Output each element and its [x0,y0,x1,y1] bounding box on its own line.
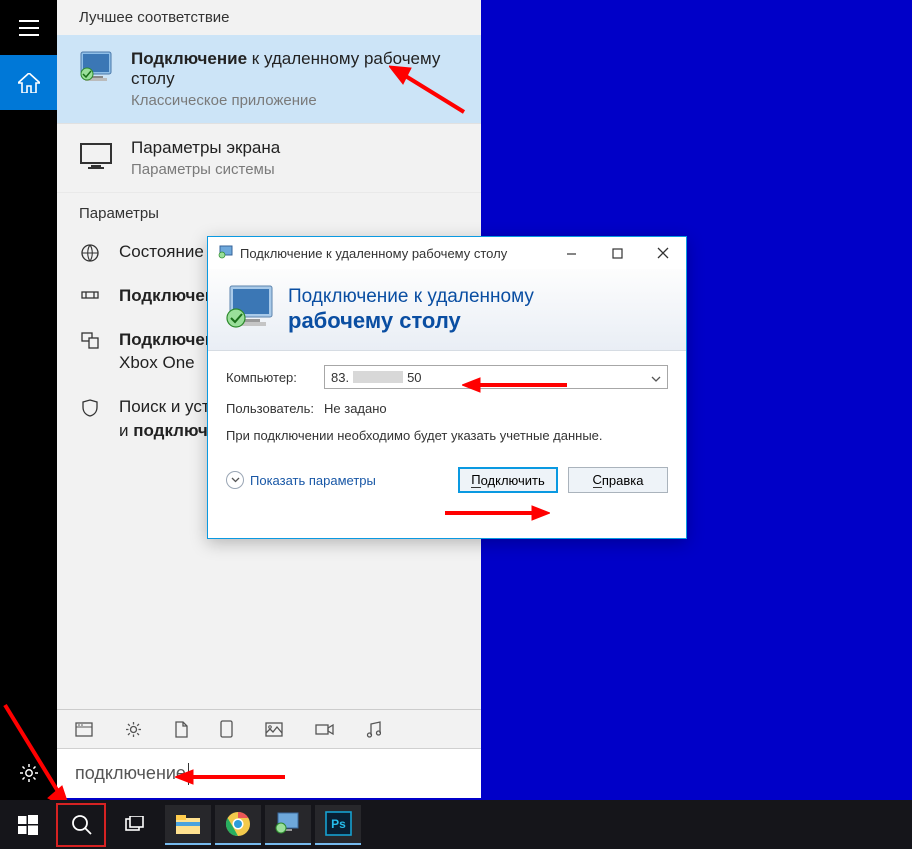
start-button[interactable] [0,800,55,849]
filter-bar [57,709,481,748]
chevron-down-icon [651,370,661,385]
taskbar: Ps [0,800,912,849]
start-rail [0,0,57,800]
monitor-icon [77,138,115,173]
filter-apps-icon[interactable] [75,720,93,738]
user-value: Не задано [324,401,387,416]
svg-text:Ps: Ps [331,817,346,831]
taskbar-app-chrome[interactable] [215,805,261,845]
maximize-button[interactable] [594,237,640,269]
search-input[interactable]: подключение [57,748,481,798]
credentials-hint: При подключении необходимо будет указать… [226,428,606,443]
computer-combobox[interactable]: 83. 50 [324,365,668,389]
connect-button[interactable]: Подключить [458,467,558,493]
vpn-icon [79,284,101,302]
search-button[interactable] [56,803,106,847]
filter-settings-icon[interactable] [125,720,142,738]
user-label: Пользователь: [226,401,324,416]
redacted-block [353,371,403,383]
device-icon [79,328,101,349]
help-button[interactable]: Справка [568,467,668,493]
rdp-icon [77,49,115,84]
filter-folders-icon[interactable] [220,720,233,738]
rdp-large-icon [222,283,276,337]
home-button[interactable] [0,55,57,110]
filter-photos-icon[interactable] [265,720,283,738]
filter-videos-icon[interactable] [315,720,334,738]
minimize-button[interactable] [548,237,594,269]
settings-button[interactable] [0,745,57,800]
shield-icon [79,395,101,417]
section-best-match: Лучшее соответствие [57,0,481,35]
filter-documents-icon[interactable] [174,720,188,738]
show-options-toggle[interactable]: Показать параметры [226,471,376,489]
taskbar-app-explorer[interactable] [165,805,211,845]
section-params: Параметры [57,193,481,230]
dialog-titlebar[interactable]: Подключение к удаленному рабочему столу [208,237,686,269]
rdp-small-icon [218,245,234,262]
computer-label: Компьютер: [226,370,324,385]
result-display-settings[interactable]: Параметры экрана Параметры системы [57,124,481,193]
chevron-down-circle-icon [226,471,244,489]
filter-music-icon[interactable] [366,720,381,738]
taskbar-app-photoshop[interactable]: Ps [315,805,361,845]
dialog-header: Подключение к удаленному рабочему столу [208,269,686,351]
task-view-button[interactable] [106,800,161,849]
best-match-result[interactable]: Подключение к удаленному рабочему столу … [57,35,481,124]
close-button[interactable] [640,237,686,269]
taskbar-app-rdp[interactable] [265,805,311,845]
rdp-dialog: Подключение к удаленному рабочему столу … [207,236,687,539]
hamburger-button[interactable] [0,0,57,55]
globe-icon [79,240,101,262]
